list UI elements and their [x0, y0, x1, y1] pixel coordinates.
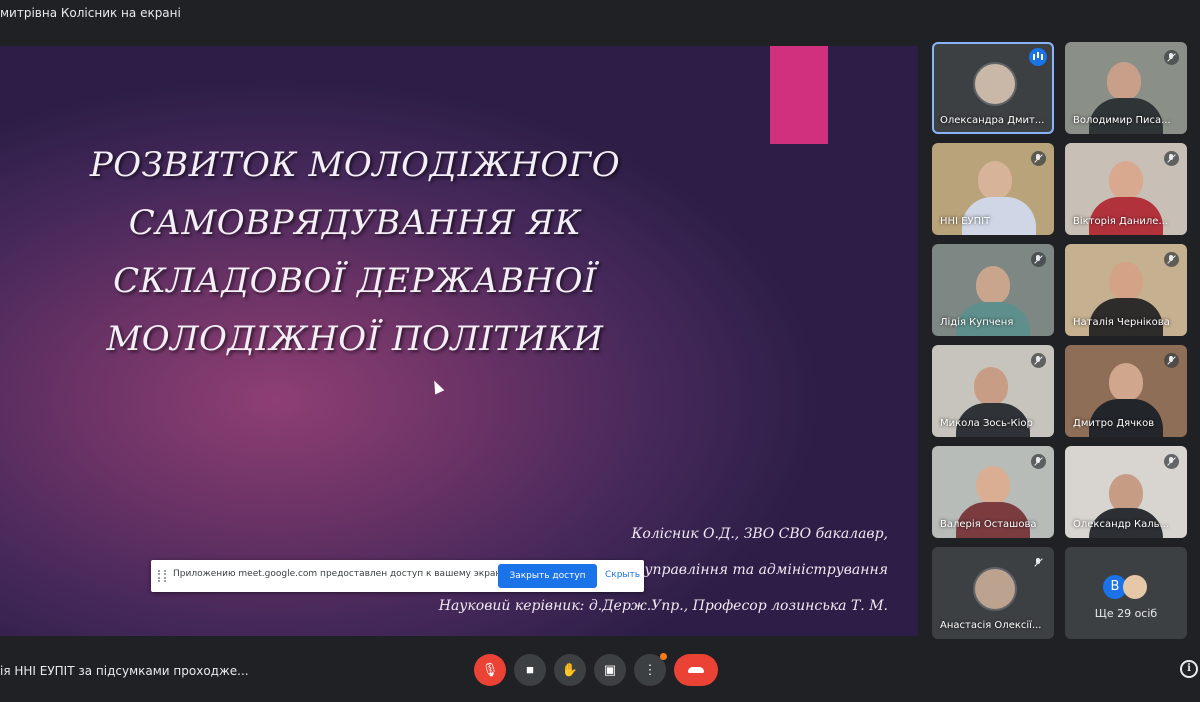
present-screen-icon: ▣ — [603, 662, 617, 677]
participant-name: Вікторія Даниле... — [1073, 216, 1168, 227]
mic-off-icon: 🎙 — [481, 662, 499, 677]
mic-off-icon — [1164, 454, 1179, 469]
mic-off-icon — [1164, 252, 1179, 267]
mic-off-icon — [1031, 454, 1046, 469]
presenter-label: митрівна Колісник на екрані — [0, 6, 181, 20]
participant-name: Олександр Каль... — [1073, 519, 1170, 530]
participant-name: ННІ ЕУПІТ — [940, 216, 991, 227]
more-participants-tile[interactable]: В Ще 29 осіб — [1065, 547, 1187, 639]
speaking-indicator-icon — [1029, 48, 1047, 66]
slide-title: РОЗВИТОК МОЛОДІЖНОГО САМОВРЯДУВАННЯ ЯК С… — [30, 136, 680, 368]
slide-title-line: САМОВРЯДУВАННЯ ЯК — [128, 203, 582, 243]
slide-credit-line: Науковий керівник: д.Держ.Упр., Професор… — [438, 598, 888, 614]
participant-video — [1107, 62, 1141, 100]
participant-video — [1109, 262, 1143, 300]
slide-decor-rect — [770, 46, 828, 144]
mic-off-icon — [1164, 353, 1179, 368]
drag-handle-icon[interactable] — [158, 570, 166, 582]
leave-call-button[interactable] — [674, 654, 718, 686]
meeting-details-button[interactable]: i — [1180, 660, 1198, 678]
info-icon: i — [1187, 663, 1191, 674]
participant-grid: Олександра Дмит... Володимир Писа... ННІ… — [932, 42, 1200, 642]
participant-name: Микола Зось-Кіор — [940, 418, 1033, 429]
participant-video — [974, 367, 1008, 405]
slide-title-line: СКЛАДОВОЇ ДЕРЖАВНОЇ — [113, 261, 597, 301]
top-bar: митрівна Колісник на екрані — [0, 0, 1200, 28]
participant-video — [1109, 161, 1143, 199]
raise-hand-icon: ✋ — [561, 662, 579, 677]
more-participants-label: Ще 29 осіб — [1094, 607, 1158, 620]
mic-off-icon — [1031, 353, 1046, 368]
bottom-toolbar: ія ННІ ЕУПІТ за підсумками проходже... 🎙… — [0, 640, 1200, 702]
more-options-button[interactable]: ⋮ — [634, 653, 667, 686]
mic-toggle-button[interactable]: 🎙 — [474, 654, 506, 686]
share-message: Приложению meet.google.com предоставлен … — [173, 569, 510, 579]
participant-name: Наталія Чернікова — [1073, 317, 1170, 328]
participant-tile[interactable]: Володимир Писа... — [1065, 42, 1187, 134]
participant-name: Лідія Купченя — [940, 317, 1014, 328]
participant-video — [976, 266, 1010, 304]
participant-video — [1109, 474, 1143, 512]
meeting-title: ія ННІ ЕУПІТ за підсумками проходже... — [0, 664, 249, 678]
hang-up-icon — [688, 667, 704, 673]
participant-tile[interactable]: Дмитро Дячков — [1065, 345, 1187, 437]
participant-name: Валерія Осташова — [940, 519, 1037, 530]
raise-hand-button[interactable]: ✋ — [554, 654, 586, 686]
participant-tile[interactable]: Наталія Чернікова — [1065, 244, 1187, 336]
avatar — [973, 62, 1017, 106]
participant-tile[interactable]: Микола Зось-Кіор — [932, 345, 1054, 437]
mouse-cursor-icon — [429, 378, 445, 395]
shared-screen: РОЗВИТОК МОЛОДІЖНОГО САМОВРЯДУВАННЯ ЯК С… — [0, 46, 918, 636]
slide-title-line: МОЛОДІЖНОЇ ПОЛІТИКИ — [106, 319, 604, 359]
hide-notification-link[interactable]: Скрыть — [605, 570, 640, 580]
participant-video — [978, 161, 1012, 199]
camera-toggle-button[interactable]: ■ — [514, 654, 546, 686]
stop-sharing-button[interactable]: Закрыть доступ — [498, 564, 597, 588]
participant-tile[interactable]: Валерія Осташова — [932, 446, 1054, 538]
participant-name: Олександра Дмит... — [940, 115, 1045, 126]
participant-tile[interactable]: Олександра Дмит... — [932, 42, 1054, 134]
screen-share-notification: Приложению meet.google.com предоставлен … — [151, 560, 644, 592]
mic-off-icon — [1164, 50, 1179, 65]
participant-name: Дмитро Дячков — [1073, 418, 1155, 429]
avatar — [973, 567, 1017, 611]
notification-dot — [660, 653, 667, 660]
participant-tile[interactable]: ННІ ЕУПІТ — [932, 143, 1054, 235]
slide-credit-line: Колісник О.Д., ЗВО СВО бакалавр, — [631, 526, 889, 542]
avatar — [1123, 575, 1147, 599]
participant-tile[interactable]: Олександр Каль... — [1065, 446, 1187, 538]
camera-icon: ■ — [526, 662, 534, 677]
slide-title-line: РОЗВИТОК МОЛОДІЖНОГО — [89, 145, 621, 185]
mic-off-icon — [1164, 151, 1179, 166]
participant-name: Володимир Писа... — [1073, 115, 1171, 126]
mic-off-icon — [1031, 555, 1046, 570]
participant-tile[interactable]: Лідія Купченя — [932, 244, 1054, 336]
participant-tile[interactable]: Вікторія Даниле... — [1065, 143, 1187, 235]
participant-video — [976, 466, 1010, 504]
participant-tile[interactable]: Анастасія Олексії... — [932, 547, 1054, 639]
participant-video — [1109, 363, 1143, 401]
participant-name: Анастасія Олексії... — [940, 620, 1042, 631]
mic-off-icon — [1031, 151, 1046, 166]
mic-off-icon — [1031, 252, 1046, 267]
present-screen-button[interactable]: ▣ — [594, 654, 626, 686]
